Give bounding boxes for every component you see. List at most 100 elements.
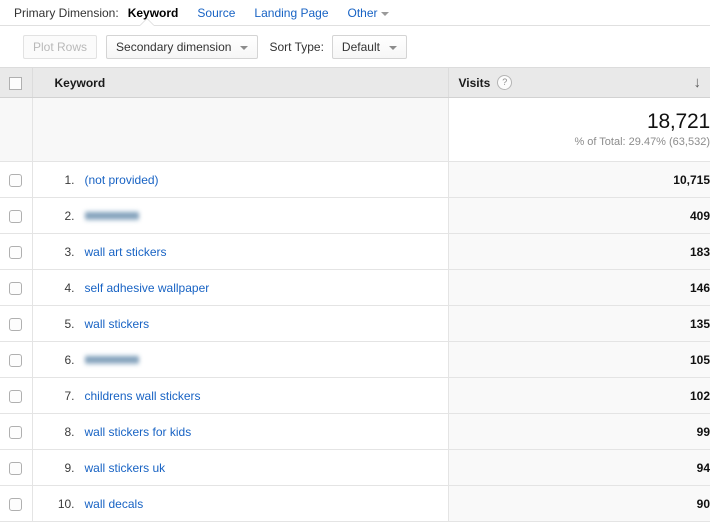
primary-dimension-label: Primary Dimension: — [14, 6, 119, 20]
row-checkbox-cell — [0, 198, 32, 234]
column-header-visits: Visits ? ↓ — [448, 68, 710, 98]
active-tab-caret-icon — [140, 19, 154, 26]
visits-cell: 94 — [448, 450, 710, 486]
table-row: 10. wall decals 90 — [0, 486, 710, 522]
row-index: 6. — [45, 353, 75, 367]
chevron-down-icon — [389, 46, 397, 50]
visits-cell: 183 — [448, 234, 710, 270]
table-row: 6. 105 — [0, 342, 710, 378]
row-checkbox-cell — [0, 306, 32, 342]
visits-cell: 99 — [448, 414, 710, 450]
keyword-cell: 2. — [32, 198, 448, 234]
row-checkbox[interactable] — [9, 354, 22, 367]
secondary-dimension-dropdown[interactable]: Secondary dimension — [106, 35, 258, 59]
row-index: 7. — [45, 389, 75, 403]
secondary-dimension-label: Secondary dimension — [116, 40, 231, 54]
visits-cell: 90 — [448, 486, 710, 522]
table-row: 7. childrens wall stickers 102 — [0, 378, 710, 414]
dimension-tab-source[interactable]: Source — [197, 6, 235, 20]
visits-cell: 146 — [448, 270, 710, 306]
row-checkbox-cell — [0, 414, 32, 450]
summary-keyword-cell — [32, 98, 448, 162]
redacted-keyword — [85, 211, 139, 221]
row-checkbox[interactable] — [9, 282, 22, 295]
dimension-tab-landing-page[interactable]: Landing Page — [254, 6, 328, 20]
row-checkbox-cell — [0, 342, 32, 378]
plot-rows-button[interactable]: Plot Rows — [23, 35, 97, 59]
table-row: 2. 409 — [0, 198, 710, 234]
summary-total-visits: 18,721 — [449, 111, 710, 133]
row-checkbox[interactable] — [9, 174, 22, 187]
primary-dimension-bar: Primary Dimension: Keyword Source Landin… — [0, 0, 710, 26]
table-row: 8. wall stickers for kids 99 — [0, 414, 710, 450]
row-index: 3. — [45, 245, 75, 259]
select-all-checkbox[interactable] — [9, 77, 22, 90]
row-checkbox[interactable] — [9, 462, 22, 475]
keyword-cell: 8. wall stickers for kids — [32, 414, 448, 450]
row-index: 8. — [45, 425, 75, 439]
row-index: 1. — [45, 173, 75, 187]
row-checkbox-cell — [0, 378, 32, 414]
visits-cell: 409 — [448, 198, 710, 234]
row-checkbox-cell — [0, 270, 32, 306]
table-rows-body: 1. (not provided) 10,715 2. 409 3. wall art st… — [0, 162, 710, 522]
row-checkbox[interactable] — [9, 246, 22, 259]
redacted-keyword — [85, 355, 139, 365]
keyword-link[interactable]: wall art stickers — [85, 245, 167, 259]
help-icon[interactable]: ? — [497, 75, 512, 90]
row-index: 4. — [45, 281, 75, 295]
column-header-visits-label[interactable]: Visits — [459, 76, 491, 90]
keyword-cell: 3. wall art stickers — [32, 234, 448, 270]
keyword-cell: 4. self adhesive wallpaper — [32, 270, 448, 306]
visits-cell: 102 — [448, 378, 710, 414]
report-toolbar: Plot Rows Secondary dimension Sort Type:… — [0, 26, 710, 67]
summary-visits-cell: 18,721 % of Total: 29.47% (63,532) — [448, 98, 710, 162]
table-row: 9. wall stickers uk 94 — [0, 450, 710, 486]
table-row: 1. (not provided) 10,715 — [0, 162, 710, 198]
row-index: 5. — [45, 317, 75, 331]
keyword-link[interactable]: wall stickers uk — [85, 461, 166, 475]
sort-type-label: Sort Type: — [269, 40, 323, 54]
keyword-cell: 6. — [32, 342, 448, 378]
select-all-header — [0, 68, 32, 98]
summary-percent-of-total: % of Total: 29.47% (63,532) — [449, 136, 710, 148]
chevron-down-icon — [240, 46, 248, 50]
row-checkbox[interactable] — [9, 390, 22, 403]
row-checkbox[interactable] — [9, 318, 22, 331]
visits-cell: 135 — [448, 306, 710, 342]
keyword-cell: 5. wall stickers — [32, 306, 448, 342]
keyword-cell: 9. wall stickers uk — [32, 450, 448, 486]
chevron-down-icon[interactable] — [381, 12, 389, 16]
keyword-link[interactable]: wall stickers for kids — [85, 425, 192, 439]
keyword-link[interactable]: wall decals — [85, 497, 144, 511]
column-header-keyword[interactable]: Keyword — [32, 68, 448, 98]
keyword-link[interactable]: childrens wall stickers — [85, 389, 201, 403]
keyword-link[interactable]: wall stickers — [85, 317, 150, 331]
table-header-row: Keyword Visits ? ↓ — [0, 68, 710, 98]
row-checkbox-cell — [0, 234, 32, 270]
dimension-tab-other[interactable]: Other — [348, 6, 378, 20]
sort-type-value: Default — [342, 40, 380, 54]
summary-row: 18,721 % of Total: 29.47% (63,532) — [0, 98, 710, 162]
row-index: 9. — [45, 461, 75, 475]
table-row: 5. wall stickers 135 — [0, 306, 710, 342]
row-index: 2. — [45, 209, 75, 223]
row-index: 10. — [45, 497, 75, 511]
row-checkbox[interactable] — [9, 210, 22, 223]
sort-type-dropdown[interactable]: Default — [332, 35, 407, 59]
keyword-link[interactable]: self adhesive wallpaper — [85, 281, 210, 295]
visits-cell: 105 — [448, 342, 710, 378]
visits-cell: 10,715 — [448, 162, 710, 198]
keyword-cell: 10. wall decals — [32, 486, 448, 522]
row-checkbox-cell — [0, 162, 32, 198]
table-row: 3. wall art stickers 183 — [0, 234, 710, 270]
summary-checkbox-cell — [0, 98, 32, 162]
keyword-report-table: Keyword Visits ? ↓ 18,721 % of Total: 29… — [0, 67, 710, 522]
row-checkbox[interactable] — [9, 498, 22, 511]
keyword-link[interactable]: (not provided) — [85, 173, 159, 187]
row-checkbox[interactable] — [9, 426, 22, 439]
row-checkbox-cell — [0, 450, 32, 486]
keyword-cell: 1. (not provided) — [32, 162, 448, 198]
dimension-tab-keyword[interactable]: Keyword — [128, 6, 179, 20]
sort-descending-arrow-icon[interactable]: ↓ — [694, 75, 702, 90]
